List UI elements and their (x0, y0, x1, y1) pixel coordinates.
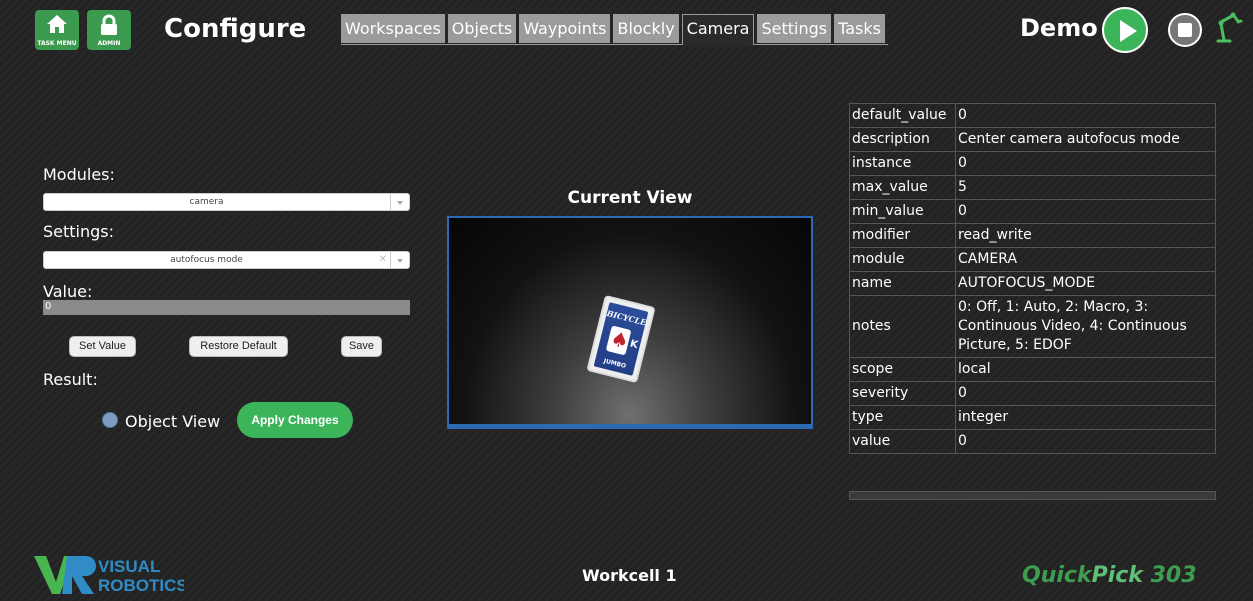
property-key: min_value (849, 199, 956, 224)
tab-bar: Workspaces Objects Waypoints Blockly Cam… (341, 14, 888, 45)
workcell-label: Workcell 1 (582, 566, 677, 585)
table-row: description Center camera autofocus mode (849, 127, 1216, 152)
page-title: Configure (164, 14, 307, 44)
property-value: CAMERA (955, 247, 1216, 272)
tab-objects[interactable]: Objects (447, 14, 517, 43)
modules-label: Modules: (43, 165, 115, 184)
table-row: type integer (849, 405, 1216, 430)
tab-settings[interactable]: Settings (757, 14, 832, 43)
table-row: notes 0: Off, 1: Auto, 2: Macro, 3: Conti… (849, 295, 1216, 358)
property-value: 5 (955, 175, 1216, 200)
card-brand-text: BICYCLE (605, 307, 648, 328)
card-jumbo-text: JUMBO (602, 357, 627, 370)
product-name-number: 303 (1142, 563, 1197, 588)
logo-text-visual: VISUAL (98, 557, 160, 576)
play-button[interactable] (1102, 7, 1148, 53)
admin-button[interactable]: ADMIN (87, 10, 131, 50)
playing-card-image: BICYCLE K JUMBO (586, 294, 656, 384)
table-row: module CAMERA (849, 247, 1216, 272)
tab-camera[interactable]: Camera (681, 14, 755, 45)
table-row: scope local (849, 357, 1216, 382)
property-key: name (849, 271, 956, 296)
property-key: type (849, 405, 956, 430)
property-value: integer (955, 405, 1216, 430)
property-key: instance (849, 151, 956, 176)
value-input[interactable]: 0 (43, 300, 410, 315)
tab-blockly[interactable]: Blockly (613, 14, 679, 43)
property-value: 0 (955, 381, 1216, 406)
property-key: max_value (849, 175, 956, 200)
property-key: notes (849, 295, 956, 358)
lock-icon (101, 14, 117, 35)
table-row: severity 0 (849, 381, 1216, 406)
save-button[interactable]: Save (341, 336, 382, 357)
table-scrollbar[interactable] (849, 491, 1216, 500)
table-row: value 0 (849, 429, 1216, 454)
property-value: 0 (955, 151, 1216, 176)
property-key: value (849, 429, 956, 454)
stop-button[interactable] (1168, 13, 1202, 47)
property-key: severity (849, 381, 956, 406)
logo-text-robotics: ROBOTICS (98, 576, 184, 595)
value-input-text: 0 (45, 301, 52, 312)
settings-select-value: autofocus mode (170, 255, 243, 265)
table-row: modifier read_write (849, 223, 1216, 248)
apply-changes-button[interactable]: Apply Changes (237, 402, 353, 438)
settings-select[interactable]: autofocus mode ✕ (43, 251, 410, 269)
set-value-button[interactable]: Set Value (69, 336, 136, 357)
restore-default-button[interactable]: Restore Default (189, 336, 288, 357)
product-name-quickpick: QuickPick (1022, 563, 1143, 588)
property-value: 0 (955, 429, 1216, 454)
admin-label: ADMIN (97, 40, 121, 47)
property-value: 0 (955, 103, 1216, 128)
camera-feed: BICYCLE K JUMBO (447, 216, 813, 428)
property-key: modifier (849, 223, 956, 248)
tab-waypoints[interactable]: Waypoints (519, 14, 611, 43)
property-value: local (955, 357, 1216, 382)
value-label: Value: (43, 282, 93, 301)
visual-robotics-logo: VISUAL ROBOTICS (34, 556, 184, 595)
product-name: QuickPick 303 (1022, 563, 1197, 588)
property-value: 0 (955, 199, 1216, 224)
table-row: default_value 0 (849, 103, 1216, 128)
property-value: AUTOFOCUS_MODE (955, 271, 1216, 296)
mode-label: Demo (1020, 14, 1098, 42)
property-value: read_write (955, 223, 1216, 248)
property-key: default_value (849, 103, 956, 128)
modules-select-value: camera (189, 197, 224, 207)
task-menu-label: TASK MENU (37, 40, 77, 47)
table-row: instance 0 (849, 151, 1216, 176)
property-key: description (849, 127, 956, 152)
property-value: 0: Off, 1: Auto, 2: Macro, 3: Continuous… (955, 295, 1216, 358)
object-view-radio[interactable] (102, 412, 118, 428)
result-label: Result: (43, 370, 98, 389)
property-key: module (849, 247, 956, 272)
camera-view-title: Current View (567, 188, 693, 208)
spade-icon (605, 325, 632, 356)
settings-label: Settings: (43, 222, 115, 241)
home-icon (47, 15, 67, 33)
card-rank-text: K (628, 338, 639, 352)
property-value: Center camera autofocus mode (955, 127, 1216, 152)
property-key: scope (849, 357, 956, 382)
chevron-down-icon (390, 252, 409, 268)
table-row: max_value 5 (849, 175, 1216, 200)
camera-feed-border (447, 424, 813, 429)
chevron-down-icon (390, 194, 409, 210)
table-row: min_value 0 (849, 199, 1216, 224)
object-view-label: Object View (125, 412, 221, 431)
clear-icon[interactable]: ✕ (379, 254, 387, 265)
property-table: default_value 0 description Center camera … (849, 103, 1216, 454)
robot-arm-icon[interactable] (1214, 10, 1244, 44)
task-menu-button[interactable]: TASK MENU (35, 10, 79, 50)
tab-workspaces[interactable]: Workspaces (341, 14, 445, 43)
table-row: name AUTOFOCUS_MODE (849, 271, 1216, 296)
modules-select[interactable]: camera (43, 193, 410, 211)
tab-tasks[interactable]: Tasks (834, 14, 885, 43)
